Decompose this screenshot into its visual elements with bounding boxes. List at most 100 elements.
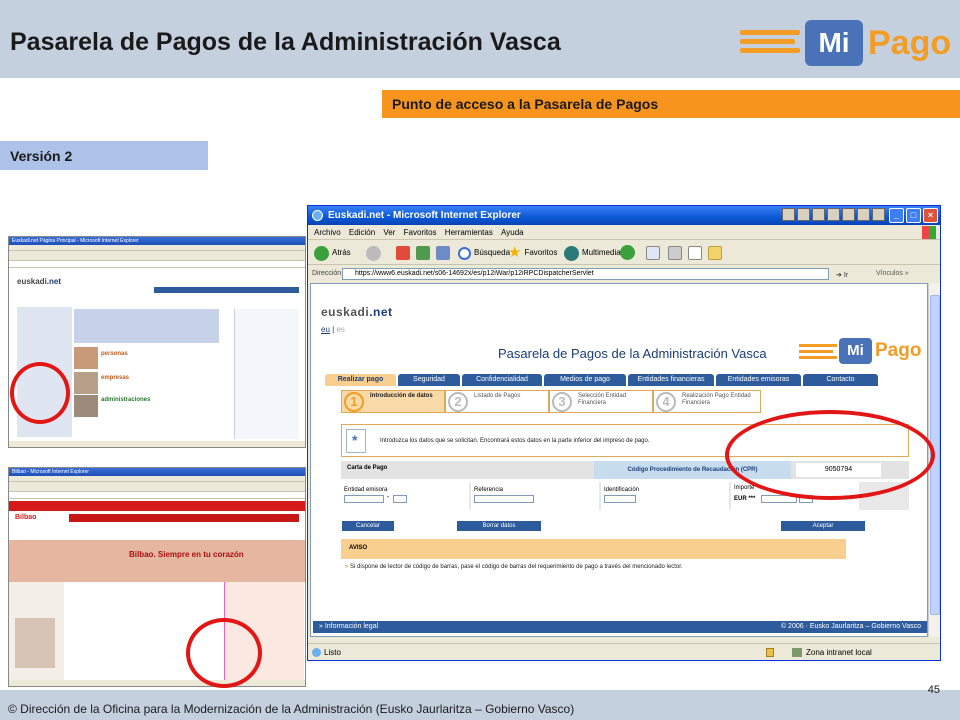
- slide-header: Pasarela de Pagos de la Administración V…: [0, 0, 960, 78]
- tab-contacto[interactable]: Contacto: [803, 374, 878, 386]
- menu-herramientas[interactable]: Herramientas: [445, 228, 493, 237]
- menu-archivo[interactable]: Archivo: [314, 228, 341, 237]
- links-label[interactable]: Vínculos »: [876, 266, 909, 282]
- info-text: Introduzca los datos que se solicitan. E…: [380, 438, 650, 444]
- tray-app-icon[interactable]: [857, 208, 870, 221]
- highlight-circle: [10, 362, 70, 424]
- euskadi-logo: euskadi.net: [321, 305, 393, 319]
- minimize-button[interactable]: _: [889, 208, 904, 223]
- print-icon[interactable]: [668, 246, 682, 260]
- card-label: Carta de Pago: [347, 465, 388, 471]
- tab-confidencialidad[interactable]: Confidencialidad: [462, 374, 542, 386]
- edit-icon[interactable]: [688, 246, 702, 260]
- section-label: Punto de acceso a la Pasarela de Pagos: [392, 96, 659, 112]
- step-4: 4 Realización Pago Entidad Financiera: [653, 390, 761, 413]
- thumbnail-titlebar: Euskadi.net Página Principal - Microsoft…: [9, 237, 305, 245]
- footer-copyright: © Dirección de la Oficina para la Modern…: [8, 702, 575, 716]
- favorites-button[interactable]: ★ Favoritos: [508, 245, 557, 261]
- info-note-icon: [346, 429, 366, 453]
- folder-icon[interactable]: [708, 246, 722, 260]
- page-heading: Pasarela de Pagos de la Administración V…: [498, 346, 767, 361]
- back-button[interactable]: Atrás: [314, 245, 351, 261]
- tab-seguridad[interactable]: Seguridad: [398, 374, 460, 386]
- tray-excel-icon[interactable]: [797, 208, 810, 221]
- forward-button[interactable]: [366, 245, 381, 261]
- highlight-circle: [186, 618, 262, 688]
- notice-title: AVISO: [349, 545, 368, 551]
- section-label-bar: Punto de acceso a la Pasarela de Pagos: [382, 90, 960, 118]
- step-1: 1 Introducción de datos: [341, 390, 445, 413]
- language-selector: eu | es: [321, 325, 345, 334]
- issuer-input[interactable]: [344, 495, 384, 503]
- browser-title: Euskadi.net - Microsoft Internet Explore…: [328, 210, 521, 221]
- home-icon[interactable]: [436, 246, 450, 260]
- step-2: 2 Listado de Pagos: [445, 390, 549, 413]
- cancel-button[interactable]: Cancelar: [342, 521, 394, 531]
- maximize-button[interactable]: □: [906, 208, 921, 223]
- menu-edicion[interactable]: Edición: [349, 228, 375, 237]
- menu-bar: Archivo Edición Ver Favoritos Herramient…: [308, 225, 940, 240]
- version-label: Versión 2: [10, 148, 73, 164]
- notice-text: Si dispone de lector de código de barras…: [345, 564, 683, 570]
- lang-es[interactable]: es: [336, 325, 344, 334]
- page-footer: » Información legal © 2006 · Eusko Jaurl…: [313, 621, 927, 633]
- tab-entidades-emisoras[interactable]: Entidades emisoras: [716, 374, 801, 386]
- multimedia-button[interactable]: Multimedia: [564, 245, 621, 261]
- issuer-suffix-input[interactable]: [393, 495, 407, 503]
- close-button[interactable]: ×: [923, 208, 938, 223]
- status-bar: Listo Zona intranet local: [308, 643, 940, 660]
- thumbnail-titlebar: Bilbao - Microsoft Internet Explorer: [9, 468, 305, 476]
- step-3: 3 Selección Entidad Financiera: [549, 390, 653, 413]
- intranet-zone-icon: [792, 648, 802, 657]
- tab-entidades-financieras[interactable]: Entidades financieras: [628, 374, 714, 386]
- tray-app-icon[interactable]: [842, 208, 855, 221]
- reference-cell: Referencia: [471, 482, 599, 510]
- address-label: Dirección: [312, 270, 342, 277]
- history-icon[interactable]: [620, 245, 635, 260]
- tray-word-icon[interactable]: [782, 208, 795, 221]
- issuer-cell: Entidad emisora -: [341, 482, 469, 510]
- stop-icon[interactable]: [396, 246, 410, 260]
- refresh-icon[interactable]: [416, 246, 430, 260]
- slide-footer: © Dirección de la Oficina para la Modern…: [0, 684, 960, 720]
- taskbar-tray: [782, 208, 885, 221]
- star-icon: ★: [508, 244, 522, 261]
- search-button[interactable]: Búsqueda: [458, 245, 510, 261]
- mipago-logo: Mi Pago: [740, 18, 952, 68]
- lock-icon: [766, 648, 774, 657]
- browser-titlebar: Euskadi.net - Microsoft Internet Explore…: [308, 206, 940, 225]
- tab-realizar-pago[interactable]: Realizar pago: [325, 374, 396, 386]
- tab-medios-pago[interactable]: Medios de pago: [544, 374, 626, 386]
- tray-app-icon[interactable]: [812, 208, 825, 221]
- menu-ayuda[interactable]: Ayuda: [501, 228, 524, 237]
- ie-icon: [312, 210, 323, 221]
- version-bar: Versión 2: [0, 141, 208, 170]
- notice-box: AVISO: [341, 539, 846, 559]
- lang-eu[interactable]: eu: [321, 325, 330, 334]
- tray-app-icon[interactable]: [827, 208, 840, 221]
- slide-title: Pasarela de Pagos de la Administración V…: [10, 28, 561, 56]
- media-icon: [564, 245, 579, 261]
- mipago-mini-logo: Mi Pago: [799, 336, 921, 366]
- address-bar: Dirección https://www6.euskadi.net/s06-1…: [308, 266, 940, 282]
- clear-button[interactable]: Borrar datos: [457, 521, 541, 531]
- reference-input[interactable]: [474, 495, 534, 503]
- logo-mi: Mi: [805, 20, 863, 66]
- identification-input[interactable]: [604, 495, 636, 503]
- identification-cell: Identificación: [601, 482, 729, 510]
- accept-button[interactable]: Aceptar: [781, 521, 865, 531]
- zone-text: Zona intranet local: [806, 648, 872, 657]
- search-icon: [458, 246, 471, 260]
- tray-app-icon[interactable]: [872, 208, 885, 221]
- mail-icon[interactable]: [646, 246, 660, 260]
- legal-link[interactable]: » Información legal: [319, 621, 378, 633]
- ie-page-icon: [312, 648, 321, 657]
- page-number: 45: [927, 684, 940, 696]
- menu-ver[interactable]: Ver: [383, 228, 395, 237]
- toolbar: Atrás Búsqueda ★ Favoritos Multimedia: [308, 241, 940, 265]
- go-button[interactable]: ➔ Ir: [836, 268, 848, 284]
- logo-pago: Pago: [868, 24, 952, 62]
- menu-favoritos[interactable]: Favoritos: [404, 228, 437, 237]
- page-copyright: © 2006 · Eusko Jaurlaritza – Gobierno Va…: [780, 623, 921, 630]
- address-input[interactable]: https://www6.euskadi.net/s06-14692x/es/p…: [342, 268, 829, 280]
